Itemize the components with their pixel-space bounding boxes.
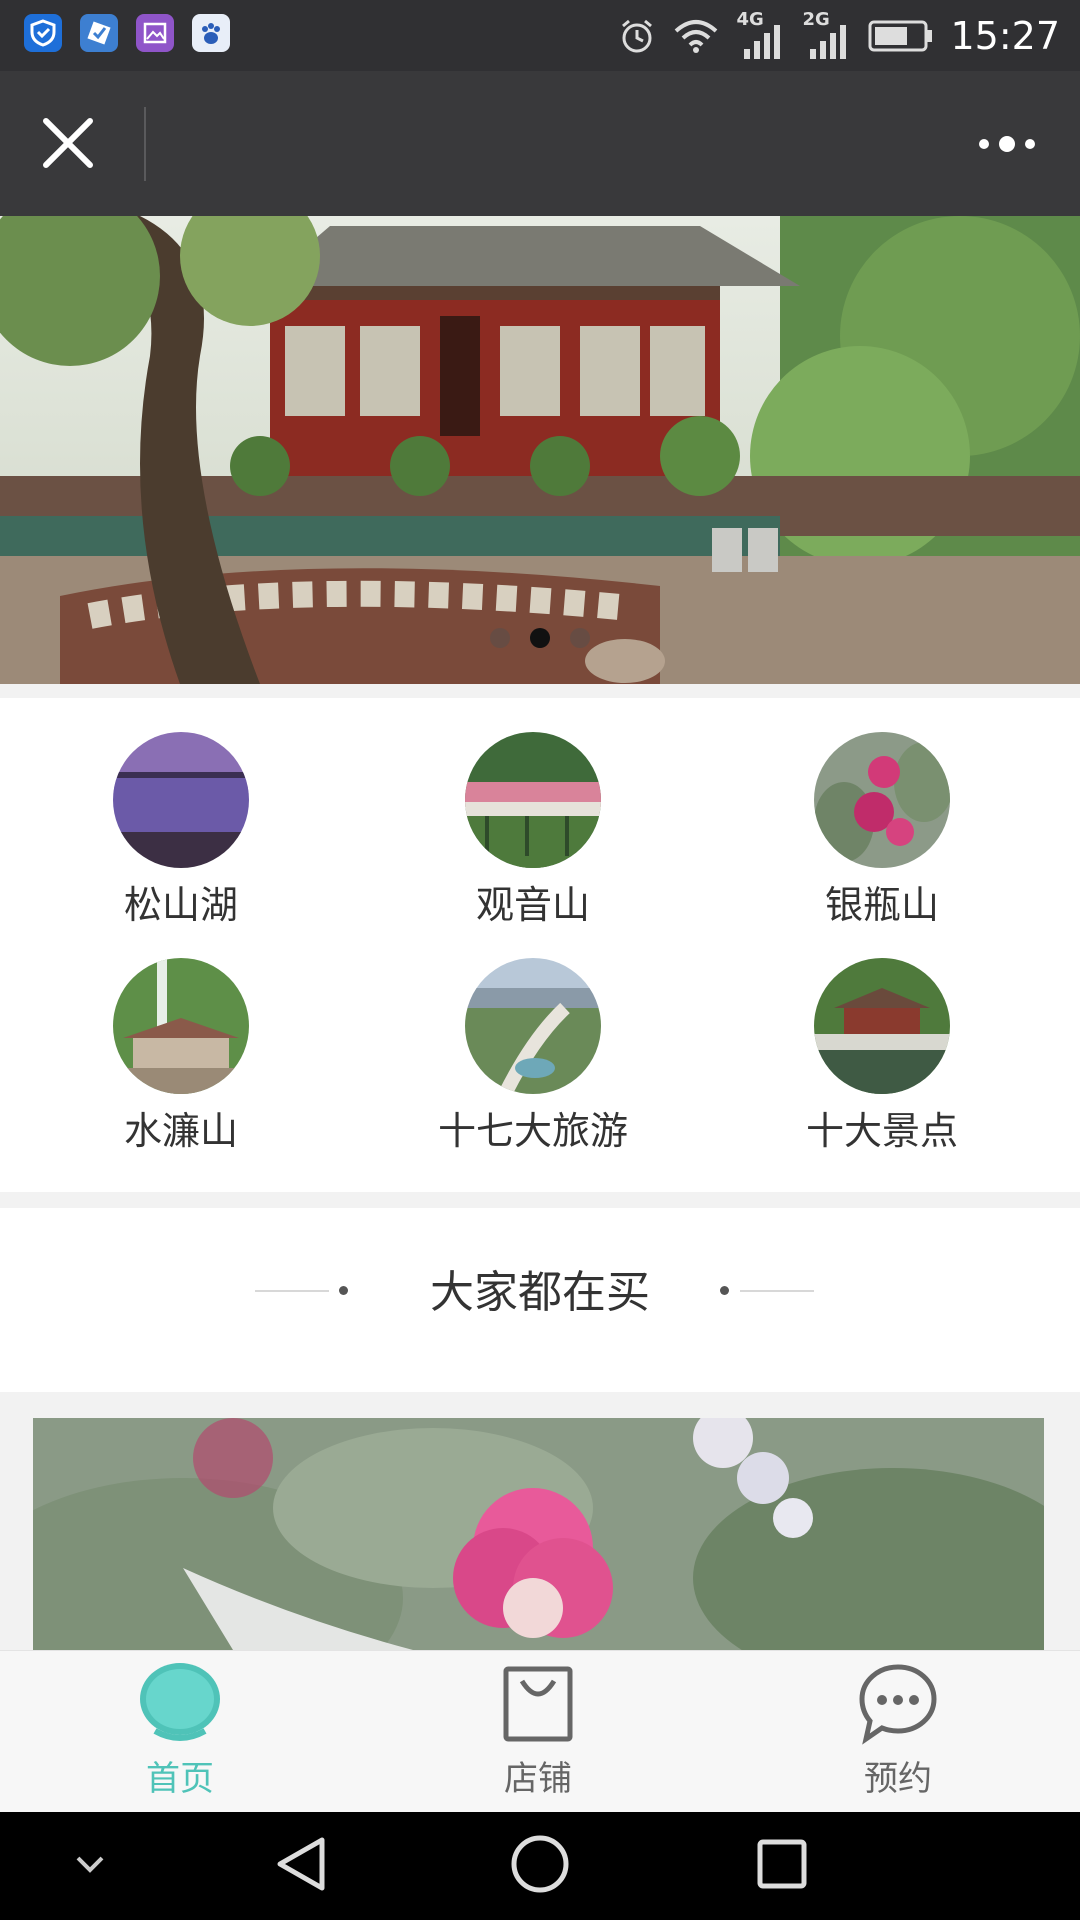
category-label: 观音山 (475, 883, 590, 927)
close-button[interactable] (40, 115, 96, 171)
system-nav-bar (0, 1812, 1080, 1920)
title-bar (0, 71, 1080, 216)
signal-icon (744, 25, 781, 59)
category-label: 十大景点 (805, 1109, 958, 1153)
home-circle-icon (511, 1835, 569, 1893)
section-divider-right (740, 1290, 814, 1292)
category-yinping-mountain[interactable]: 银瓶山 (732, 732, 1032, 929)
banner-image (0, 216, 1080, 684)
hide-nav-button[interactable] (70, 1850, 110, 1884)
section-title: 大家都在买 (430, 1267, 650, 1318)
more-button[interactable] (972, 127, 1042, 161)
category-seventeen-tours[interactable]: 十七大旅游 (383, 958, 683, 1155)
alarm-icon (622, 19, 653, 53)
category-label: 松山湖 (123, 883, 238, 927)
category-label: 水濂山 (123, 1109, 238, 1153)
category-shuilian-mountain[interactable]: 水濂山 (31, 958, 331, 1155)
shield-app-icon (24, 14, 62, 52)
gallery-app-icon (136, 14, 174, 52)
tab-label: 店铺 (504, 1759, 572, 1799)
signal-4g: 4G (736, 9, 786, 61)
banner-carousel[interactable] (0, 216, 1080, 684)
city-park-thumb (465, 958, 601, 1094)
category-label: 银瓶山 (824, 883, 939, 927)
carousel-indicator (0, 628, 1080, 648)
tab-label: 预约 (864, 1759, 932, 1799)
signal-2g: 2G (802, 9, 852, 61)
carousel-dot[interactable] (490, 628, 510, 648)
section-dot-right (720, 1286, 729, 1295)
category-label: 十七大旅游 (437, 1109, 628, 1153)
notification-icons (24, 14, 230, 52)
waterfall-temple-thumb (113, 958, 249, 1094)
tab-booking[interactable]: 预约 (798, 1661, 998, 1800)
system-status: 4G 2G 15:27 (618, 8, 1060, 64)
flower-thumb (814, 732, 950, 868)
status-bar: 4G 2G 15:27 (0, 0, 1080, 71)
category-grid: 松山湖 观音山 银瓶山 水濂山 十七大旅游 十大景点 (0, 698, 1080, 1192)
product-card[interactable] (33, 1418, 1044, 1650)
signal-icon-2 (810, 25, 847, 59)
more-dots-icon (979, 136, 1035, 152)
back-triangle-icon (277, 1837, 325, 1891)
baidu-app-icon (192, 14, 230, 52)
battery-icon (868, 20, 933, 52)
checklist-app-icon (80, 14, 118, 52)
chat-bubble-icon (859, 1664, 937, 1745)
pavilion-thumb (814, 958, 950, 1094)
chevron-down-icon (76, 1856, 104, 1873)
back-button[interactable] (272, 1834, 332, 1898)
home-icon (140, 1663, 220, 1741)
bottom-tab-bar: 首页 店铺 预约 (0, 1650, 1080, 1813)
category-top-ten-sights[interactable]: 十大景点 (732, 958, 1032, 1155)
lake-thumb (113, 732, 249, 868)
clock: 15:27 (950, 14, 1060, 58)
carousel-dot[interactable] (570, 628, 590, 648)
mountain-walkway-thumb (465, 732, 601, 868)
category-guanyin-mountain[interactable]: 观音山 (383, 732, 683, 929)
title-divider (144, 107, 146, 181)
wifi-icon (675, 20, 718, 53)
home-button[interactable] (510, 1834, 570, 1898)
recents-button[interactable] (752, 1834, 812, 1898)
tab-label: 首页 (146, 1759, 214, 1799)
shop-bag-icon (503, 1666, 573, 1742)
tab-shop[interactable]: 店铺 (438, 1661, 638, 1800)
recents-square-icon (757, 1839, 807, 1889)
tab-home[interactable]: 首页 (80, 1661, 280, 1800)
product-image (33, 1418, 1044, 1650)
section-header: 大家都在买 (0, 1208, 1080, 1392)
carousel-dot-active[interactable] (530, 628, 550, 648)
close-icon (43, 118, 93, 168)
category-songshan-lake[interactable]: 松山湖 (31, 732, 331, 929)
